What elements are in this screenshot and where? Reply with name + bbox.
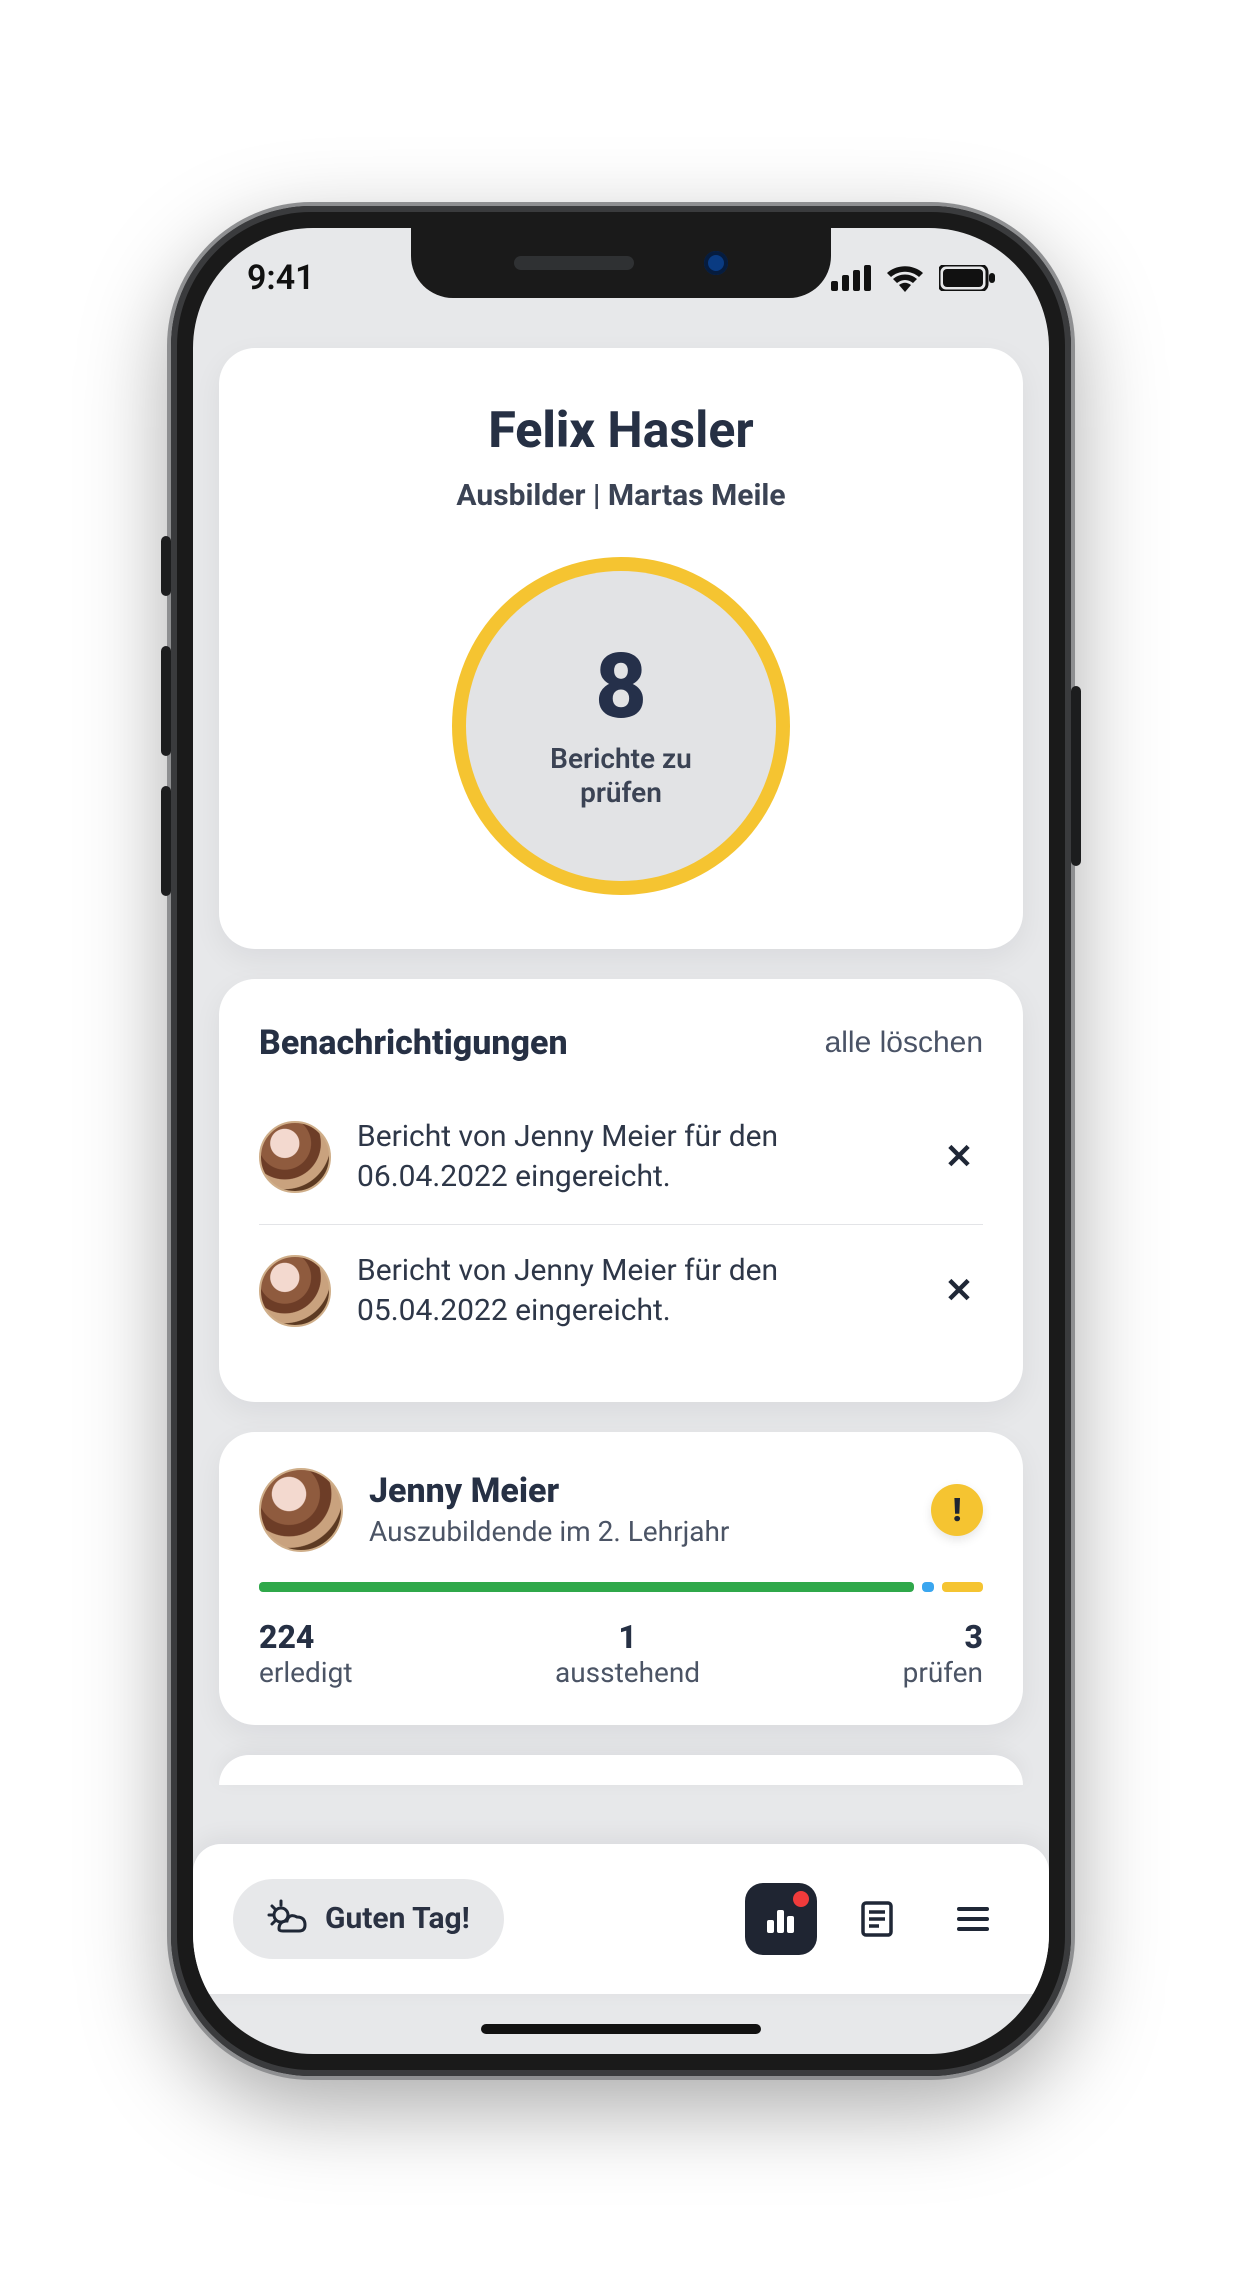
phone-volume-up bbox=[161, 646, 171, 756]
trainee-name: Jenny Meier bbox=[369, 1471, 729, 1511]
notification-item[interactable]: Bericht von Jenny Meier für den 05.04.20… bbox=[259, 1224, 983, 1358]
user-summary-card: Felix Hasler Ausbilder | Martas Meile 8 … bbox=[219, 348, 1023, 949]
phone-power-button bbox=[1071, 686, 1081, 866]
trainee-stats: 224 erledigt 1 ausstehend 3 prüfen bbox=[259, 1618, 983, 1689]
phone-frame: 9:41 bbox=[171, 206, 1071, 2076]
phone-volume-down bbox=[161, 786, 171, 896]
wifi-icon bbox=[885, 264, 925, 292]
stat-value: 224 bbox=[259, 1618, 352, 1656]
user-last-name: Hasler bbox=[607, 402, 753, 460]
weather-icon bbox=[267, 1899, 307, 1939]
phone-camera bbox=[704, 251, 728, 275]
stat-label: ausstehend bbox=[555, 1656, 700, 1689]
greeting-text: Guten Tag! bbox=[325, 1901, 470, 1936]
stat-review: 3 prüfen bbox=[903, 1618, 983, 1689]
menu-icon bbox=[953, 1899, 993, 1939]
nav-dashboard-button[interactable] bbox=[745, 1883, 817, 1955]
status-time: 9:41 bbox=[247, 258, 315, 298]
phone-speaker bbox=[514, 256, 634, 270]
reports-to-review-ring[interactable]: 8 Berichte zu prüfen bbox=[466, 571, 776, 881]
close-icon: ✕ bbox=[945, 1137, 974, 1177]
phone-mute-switch bbox=[161, 536, 171, 596]
next-card-peek bbox=[219, 1755, 1023, 1785]
user-first-name: Felix bbox=[488, 402, 595, 460]
avatar bbox=[259, 1255, 331, 1327]
bar-chart-icon bbox=[762, 1900, 800, 1938]
nav-menu-button[interactable] bbox=[937, 1883, 1009, 1955]
avatar bbox=[259, 1121, 331, 1193]
trainee-card[interactable]: Jenny Meier Auszubildende im 2. Lehrjahr… bbox=[219, 1432, 1023, 1725]
progress-segment-done bbox=[259, 1582, 914, 1592]
clear-all-button[interactable]: alle löschen bbox=[825, 1026, 983, 1060]
notification-dot-icon bbox=[793, 1891, 809, 1907]
stat-done: 224 erledigt bbox=[259, 1618, 352, 1689]
avatar bbox=[259, 1468, 343, 1552]
progress-segment-review bbox=[942, 1582, 983, 1592]
notifications-title: Benachrichtigungen bbox=[259, 1023, 568, 1063]
trainee-progress-bar bbox=[259, 1582, 983, 1592]
attention-badge[interactable]: ! bbox=[931, 1484, 983, 1536]
notification-text: Bericht von Jenny Meier für den 06.04.20… bbox=[357, 1117, 909, 1198]
notification-text: Bericht von Jenny Meier für den 05.04.20… bbox=[357, 1251, 909, 1332]
stat-label: erledigt bbox=[259, 1656, 352, 1689]
dismiss-notification-button[interactable]: ✕ bbox=[935, 1267, 983, 1315]
reports-label: Berichte zu prüfen bbox=[521, 742, 721, 809]
stat-label: prüfen bbox=[903, 1656, 983, 1689]
greeting-chip[interactable]: Guten Tag! bbox=[233, 1879, 504, 1959]
document-icon bbox=[857, 1899, 897, 1939]
dismiss-notification-button[interactable]: ✕ bbox=[935, 1133, 983, 1181]
nav-reports-button[interactable] bbox=[841, 1883, 913, 1955]
phone-notch bbox=[411, 228, 831, 298]
close-icon: ✕ bbox=[945, 1271, 974, 1311]
exclamation-icon: ! bbox=[953, 1491, 962, 1529]
home-indicator bbox=[481, 2024, 761, 2034]
notifications-card: Benachrichtigungen alle löschen Bericht … bbox=[219, 979, 1023, 1402]
user-role: Ausbilder | Martas Meile bbox=[259, 478, 983, 513]
notification-item[interactable]: Bericht von Jenny Meier für den 06.04.20… bbox=[259, 1091, 983, 1224]
app-content: Felix Hasler Ausbilder | Martas Meile 8 … bbox=[193, 318, 1049, 1844]
cellular-icon bbox=[831, 265, 871, 291]
stat-value: 1 bbox=[555, 1618, 700, 1656]
progress-segment-pending bbox=[922, 1582, 934, 1592]
trainee-subtitle: Auszubildende im 2. Lehrjahr bbox=[369, 1515, 729, 1548]
stat-pending: 1 ausstehend bbox=[555, 1618, 700, 1689]
stat-value: 3 bbox=[903, 1618, 983, 1656]
bottom-nav: Guten Tag! bbox=[193, 1844, 1049, 1994]
user-name: Felix Hasler bbox=[259, 402, 983, 460]
battery-icon bbox=[939, 265, 995, 291]
reports-count: 8 bbox=[595, 642, 647, 732]
